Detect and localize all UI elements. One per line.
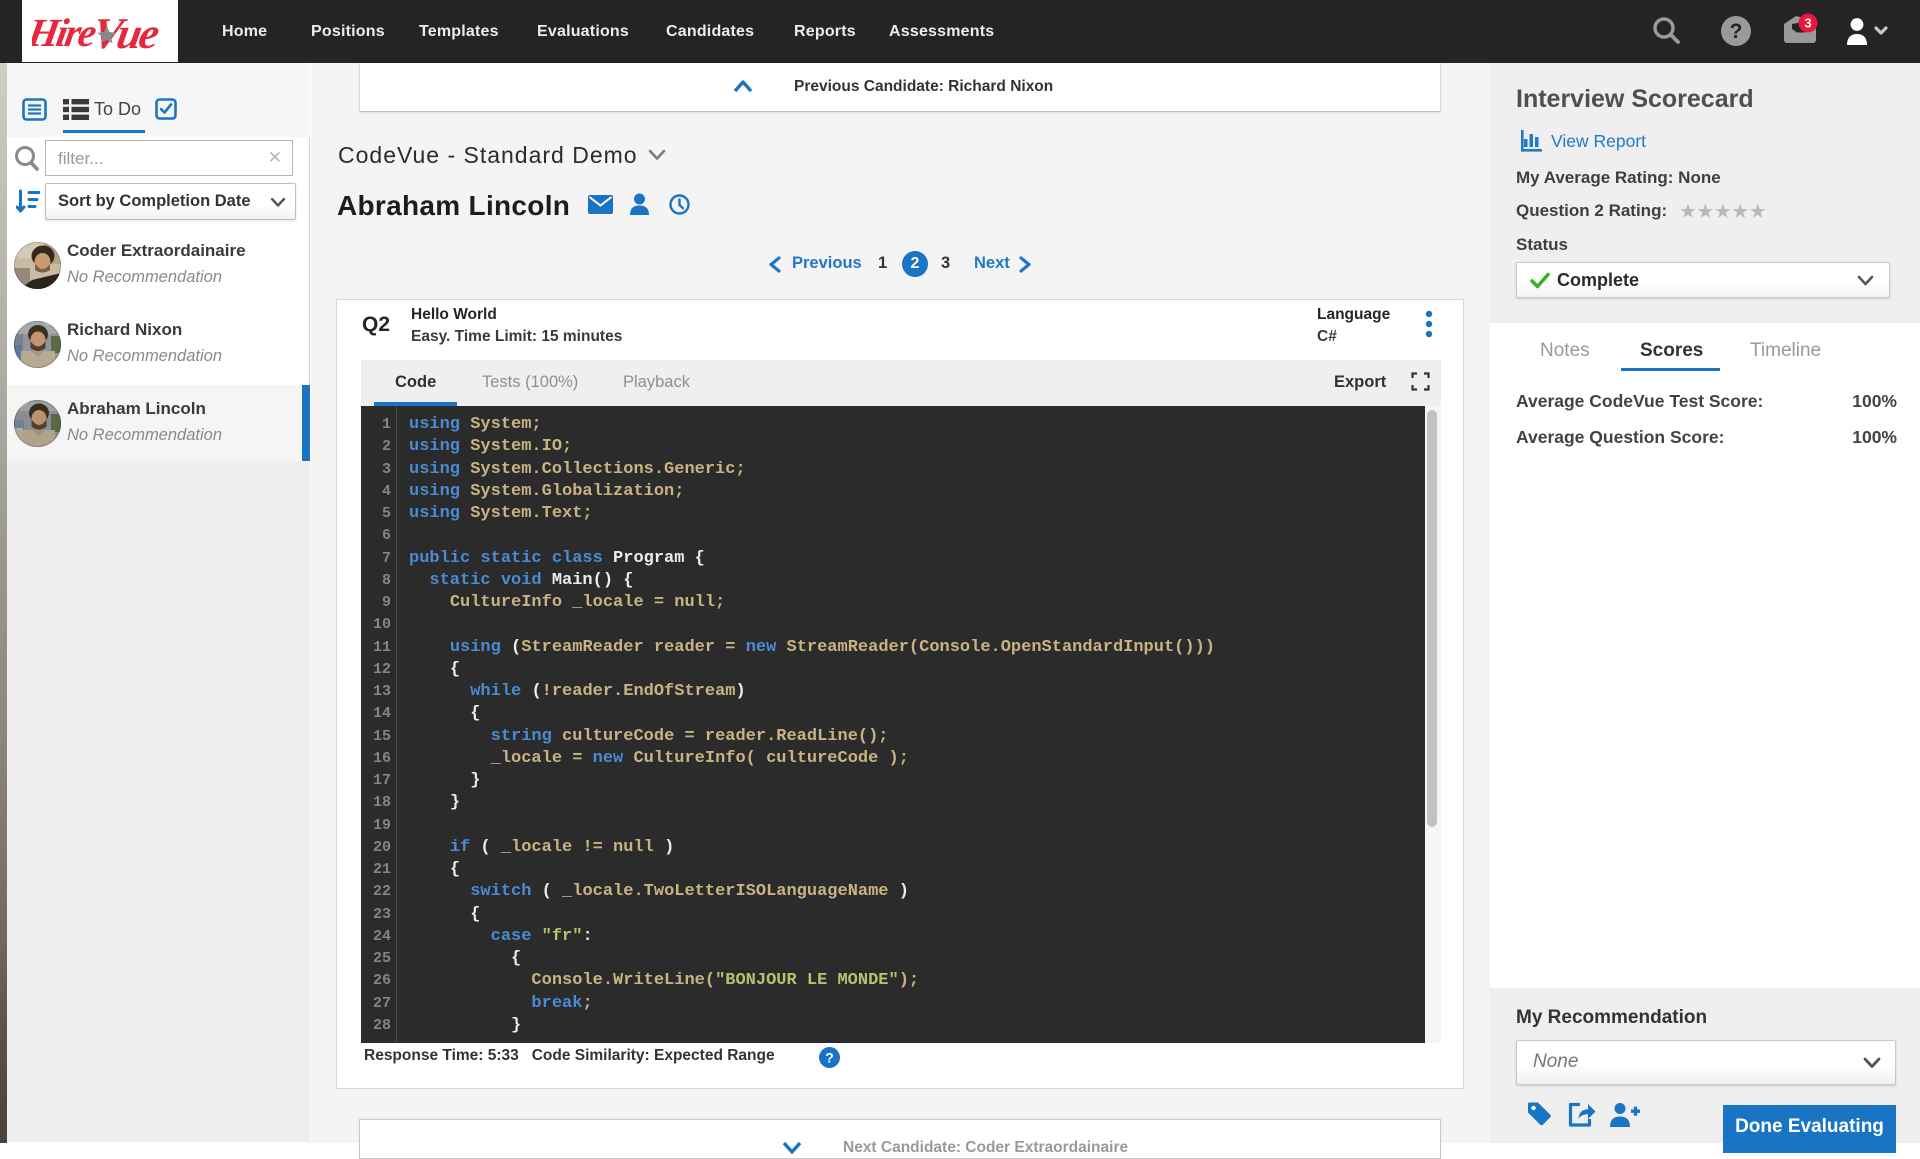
svg-text:?: ? [1730,20,1743,43]
svg-text:3: 3 [1804,16,1811,31]
svg-text:Hire: Hire [32,10,99,55]
svg-text:?: ? [825,1050,834,1066]
